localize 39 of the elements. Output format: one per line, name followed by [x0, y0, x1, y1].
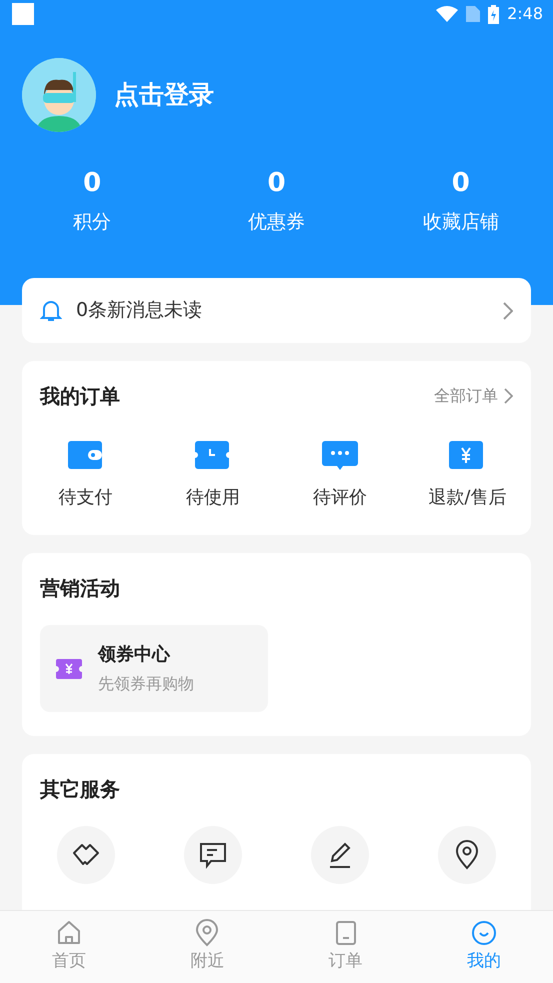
bell-icon [40, 298, 62, 322]
tab-bar-item[interactable]: 订单 [276, 911, 415, 983]
coupon-center-tile[interactable]: 领券中心 先领券再购物 [40, 625, 268, 712]
stat-value[interactable]: 0 [83, 170, 102, 196]
tile-title: 领券中心 [98, 643, 172, 667]
order-status-item[interactable]: 退款/售后 [404, 441, 531, 511]
notice-text: 0条新消息未读 [76, 298, 204, 324]
stat-label[interactable]: 优惠券 [248, 208, 305, 236]
tab-bar-item[interactable]: 附近 [138, 911, 276, 983]
order-status-item[interactable]: 待支付 [22, 441, 150, 511]
stat-label[interactable]: 积分 [73, 208, 112, 236]
battery-icon [488, 4, 500, 24]
section-title: 其它服务 [40, 776, 120, 803]
coupon-icon [56, 658, 82, 678]
wallet-icon [68, 441, 104, 470]
wifi-icon [436, 6, 458, 22]
section-title: 营销活动 [40, 575, 120, 602]
no-sim-icon [466, 6, 480, 22]
comment-icon [322, 441, 358, 470]
yuan-icon [449, 441, 486, 470]
tab-bar-item[interactable]: 首页 [0, 911, 138, 983]
chevron-right-icon [503, 302, 513, 320]
avatar[interactable] [22, 58, 96, 132]
smile-icon [470, 919, 498, 948]
order-status-item[interactable]: 待使用 [149, 441, 276, 511]
tab-bar-item[interactable]: 我的 [414, 911, 553, 983]
message-notice-bar[interactable]: 0条新消息未读 [22, 278, 531, 343]
stat-value[interactable]: 0 [452, 170, 470, 196]
notification-icon [12, 3, 34, 25]
login-prompt[interactable]: 点击登录 [114, 76, 214, 114]
ticket-icon [194, 441, 231, 470]
stat-value[interactable]: 0 [267, 170, 286, 196]
section-title: 我的订单 [40, 383, 120, 410]
status-time: 2:48 [507, 3, 543, 25]
stat-label[interactable]: 收藏店铺 [422, 208, 499, 236]
tile-subtitle: 先领券再购物 [98, 673, 194, 695]
all-orders-link[interactable]: 全部订单 [434, 384, 513, 408]
chevron-right-icon [504, 388, 513, 404]
order-status-item[interactable]: 待评价 [276, 441, 404, 511]
